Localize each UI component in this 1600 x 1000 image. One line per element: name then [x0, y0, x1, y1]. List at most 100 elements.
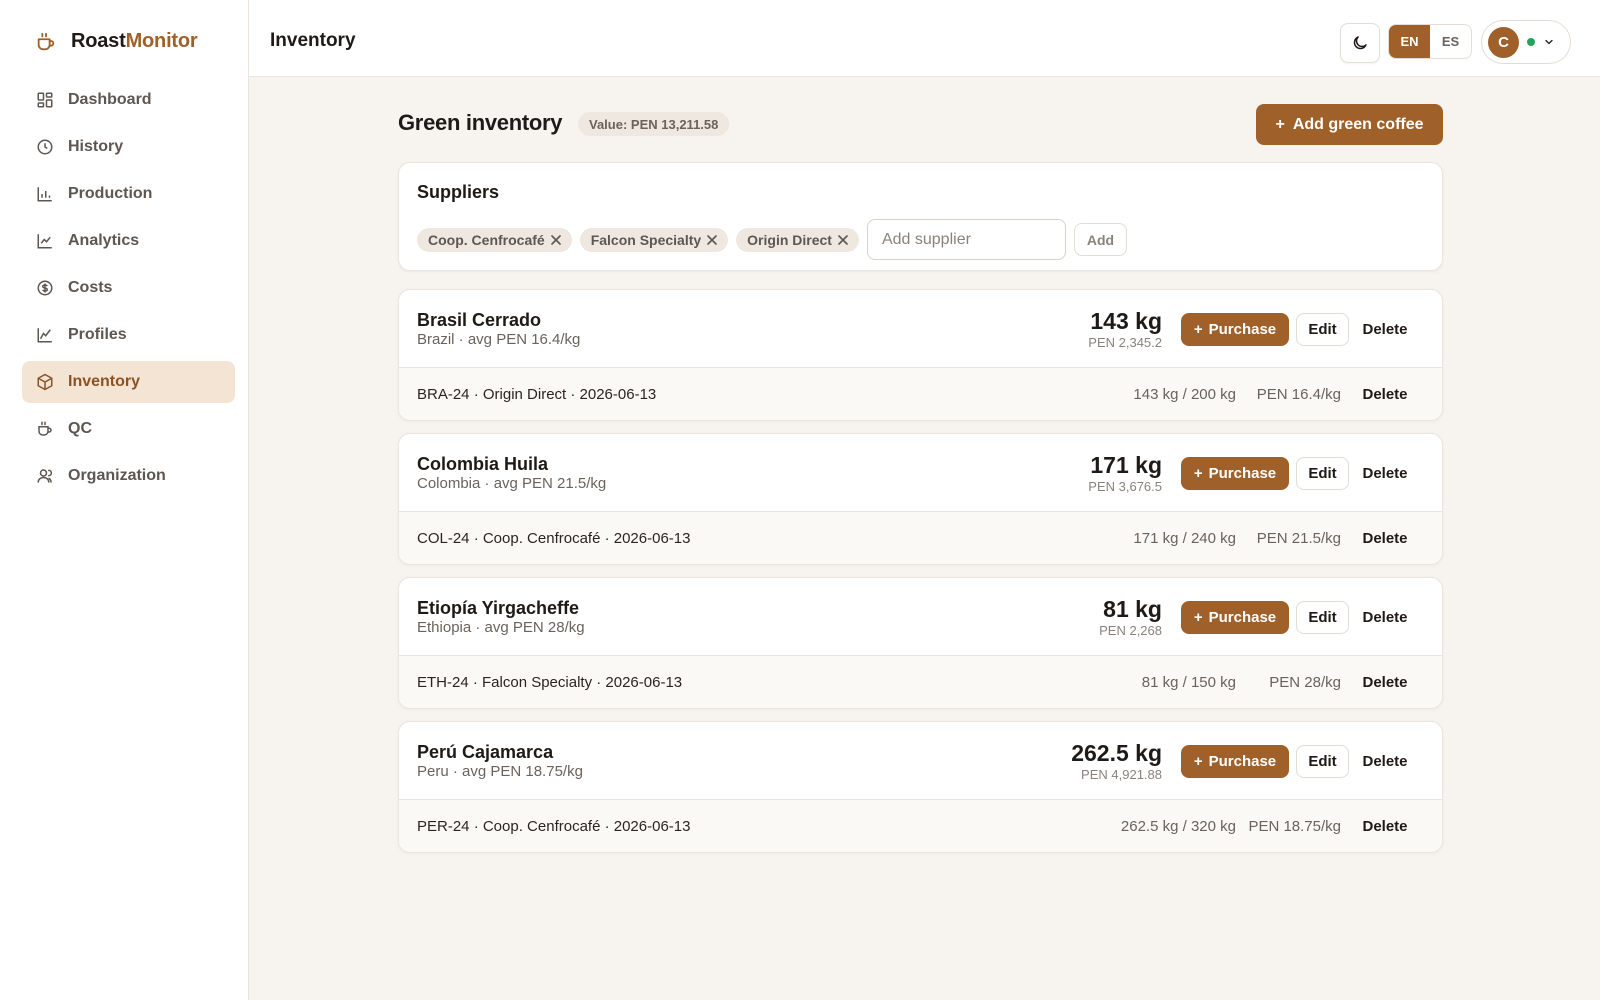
sidebar-item-inventory[interactable]: Inventory [22, 361, 235, 403]
coffee-stock-qty: 81 kg [1103, 596, 1162, 622]
lot-row: BRA-24 · Origin Direct · 2026-06-13 143 … [399, 368, 1442, 420]
coffee-card-peru-cajamarca: Perú Cajamarca Peru · avg PEN 18.75/kg 2… [398, 721, 1443, 853]
delete-lot-button[interactable]: Delete [1355, 666, 1415, 699]
brand-name-part-1: Roast [71, 30, 126, 52]
delete-button[interactable]: Delete [1355, 601, 1415, 634]
lot-info: ETH-24 · Falcon Specialty · 2026-06-13 [417, 674, 683, 691]
coffee-card-header: Etiopía Yirgacheffe Ethiopia · avg PEN 2… [399, 578, 1442, 656]
coffee-stock-qty: 143 kg [1090, 308, 1162, 334]
sidebar-item-analytics[interactable]: Analytics [22, 220, 235, 262]
lot-row: COL-24 · Coop. Cenfrocafé · 2026-06-13 1… [399, 512, 1442, 564]
moon-icon [1353, 36, 1367, 50]
dashboard-icon [37, 92, 53, 108]
coffee-stock-value: PEN 2,345.2 [1088, 335, 1162, 350]
coffee-card-header: Perú Cajamarca Peru · avg PEN 18.75/kg 2… [399, 722, 1442, 800]
lot-price: PEN 16.4/kg [1256, 386, 1341, 403]
lot-quantity: 143 kg / 200 kg [1133, 386, 1236, 403]
sidebar-item-label: Inventory [68, 373, 141, 390]
box-icon [37, 373, 53, 391]
sidebar-item-label: QC [68, 420, 92, 437]
edit-button[interactable]: Edit [1296, 457, 1349, 490]
plus-icon: + [1193, 753, 1203, 770]
coffee-card-header: Brasil Cerrado Brazil · avg PEN 16.4/kg … [399, 290, 1442, 368]
sidebar-item-dashboard[interactable]: Dashboard [22, 79, 235, 121]
lot-quantity: 171 kg / 240 kg [1133, 530, 1236, 547]
brand-logo[interactable]: RoastMonitor [35, 30, 198, 53]
edit-button[interactable]: Edit [1296, 313, 1349, 346]
users-icon [37, 469, 53, 483]
edit-button[interactable]: Edit [1296, 601, 1349, 634]
brand-name-part-2: Monitor [125, 30, 198, 52]
supplier-chip-label: Coop. Cenfrocafé [428, 231, 545, 248]
dollar-icon [37, 280, 53, 296]
close-icon[interactable] [550, 234, 561, 245]
theme-toggle-button[interactable] [1340, 23, 1380, 63]
coffee-origin-avg: Peru · avg PEN 18.75/kg [417, 763, 583, 780]
purchase-button[interactable]: + Purchase [1181, 745, 1289, 778]
close-icon[interactable] [838, 234, 848, 245]
coffee-card-header: Colombia Huila Colombia · avg PEN 21.5/k… [399, 434, 1442, 512]
sidebar-item-history[interactable]: History [22, 126, 235, 168]
sidebar-item-profiles[interactable]: Profiles [22, 314, 235, 356]
clock-icon [37, 139, 53, 155]
plus-icon: + [1193, 321, 1203, 338]
sidebar-item-label: Organization [68, 467, 166, 484]
delete-lot-button[interactable]: Delete [1355, 810, 1415, 843]
purchase-label: Purchase [1208, 465, 1277, 482]
coffee-stock-qty: 262.5 kg [1071, 740, 1162, 766]
cup-icon [38, 421, 52, 436]
topbar: Inventory EN ES C [249, 0, 1600, 77]
delete-lot-button[interactable]: Delete [1355, 378, 1415, 411]
delete-button[interactable]: Delete [1355, 313, 1415, 346]
sidebar-item-production[interactable]: Production [22, 173, 235, 215]
sidebar-nav: Dashboard History Production Analytics C… [22, 79, 235, 502]
supplier-chip: Falcon Specialty [579, 227, 729, 252]
lot-info: BRA-24 · Origin Direct · 2026-06-13 [417, 386, 657, 403]
cup-logo-icon [37, 32, 55, 50]
avatar: C [1488, 26, 1519, 58]
language-switcher: EN ES [1388, 24, 1472, 59]
supplier-chips: Coop. Cenfrocafé Falcon Specialty Origin… [417, 219, 1127, 260]
purchase-button[interactable]: + Purchase [1181, 457, 1289, 490]
delete-button[interactable]: Delete [1355, 745, 1415, 778]
coffee-card-brasil-cerrado: Brasil Cerrado Brazil · avg PEN 16.4/kg … [398, 289, 1443, 421]
supplier-chip-label: Falcon Specialty [590, 231, 702, 248]
lot-price: PEN 28/kg [1269, 674, 1341, 691]
close-icon[interactable] [707, 234, 717, 245]
coffee-name: Colombia Huila [417, 454, 549, 474]
delete-button[interactable]: Delete [1355, 457, 1415, 490]
lang-es-button[interactable]: ES [1430, 25, 1471, 58]
edit-button[interactable]: Edit [1296, 745, 1349, 778]
sidebar-item-organization[interactable]: Organization [22, 455, 235, 497]
supplier-chip: Origin Direct [736, 227, 859, 252]
page-title: Inventory [270, 30, 356, 51]
sidebar-item-costs[interactable]: Costs [22, 267, 235, 309]
coffee-origin-avg: Brazil · avg PEN 16.4/kg [417, 331, 581, 348]
profile-curve-icon [37, 328, 52, 343]
purchase-label: Purchase [1208, 609, 1277, 626]
add-green-coffee-button[interactable]: + Add green coffee [1256, 104, 1443, 145]
purchase-button[interactable]: + Purchase [1181, 313, 1289, 346]
sidebar: RoastMonitor Dashboard History Productio… [0, 0, 249, 1000]
coffee-card-colombia-huila: Colombia Huila Colombia · avg PEN 21.5/k… [398, 433, 1443, 565]
coffee-stock-qty: 171 kg [1090, 452, 1162, 478]
purchase-label: Purchase [1208, 321, 1277, 338]
coffee-stock-value: PEN 2,268 [1099, 623, 1162, 638]
add-supplier-button[interactable]: Add [1073, 223, 1127, 256]
coffee-name: Etiopía Yirgacheffe [417, 598, 580, 618]
lang-en-button[interactable]: EN [1389, 25, 1430, 58]
online-status-dot [1527, 38, 1535, 46]
purchase-button[interactable]: + Purchase [1181, 601, 1289, 634]
sidebar-item-label: History [68, 138, 124, 155]
coffee-name: Brasil Cerrado [417, 310, 542, 330]
brand-name: RoastMonitor [71, 30, 198, 53]
lot-row: PER-24 · Coop. Cenfrocafé · 2026-06-13 2… [399, 800, 1442, 852]
lot-price: PEN 18.75/kg [1248, 818, 1341, 835]
sidebar-item-qc[interactable]: QC [22, 408, 235, 450]
user-menu[interactable]: C [1481, 20, 1571, 64]
purchase-label: Purchase [1208, 753, 1277, 770]
chevron-down-icon [1545, 39, 1553, 45]
add-supplier-input[interactable] [866, 219, 1066, 260]
plus-icon: + [1193, 609, 1203, 626]
delete-lot-button[interactable]: Delete [1355, 522, 1415, 555]
